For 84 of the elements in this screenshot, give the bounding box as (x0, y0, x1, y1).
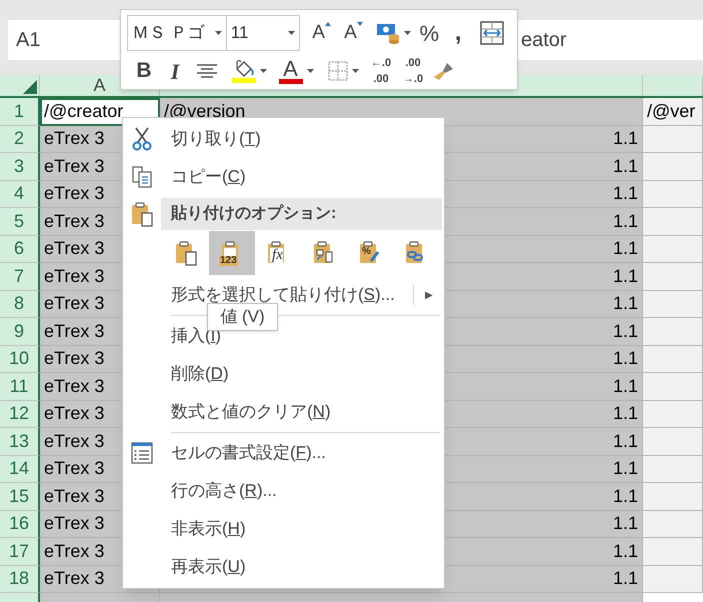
row-header[interactable]: 10 (0, 346, 40, 373)
table-cell[interactable] (643, 153, 703, 180)
increase-font-size-button[interactable]: A (306, 16, 338, 50)
table-cell[interactable] (643, 566, 703, 593)
comma-style-button[interactable]: , (443, 16, 474, 50)
table-cell[interactable] (643, 180, 703, 208)
row-header[interactable]: 14 (0, 456, 40, 483)
money-icon (376, 22, 400, 44)
table-cell[interactable] (643, 456, 703, 483)
paste-option-button[interactable]: % (347, 231, 393, 275)
font-color-button[interactable]: A (273, 55, 319, 87)
percent-style-button[interactable]: % (415, 16, 444, 50)
menu-item[interactable]: 数式と値のクリア(N) (171, 399, 331, 425)
caret-icon (288, 31, 295, 35)
paste-option-button[interactable]: fx (255, 231, 301, 275)
paste-option-button[interactable]: 123 (209, 231, 255, 275)
clipboard-icon (174, 240, 198, 266)
increase-decimal-button[interactable]: .00 →.0 (397, 55, 429, 87)
caret-icon (404, 31, 411, 35)
row-header[interactable]: 1 (0, 98, 40, 126)
table-cell[interactable] (643, 428, 703, 456)
menu-item[interactable]: 行の高さ(R)... (171, 478, 277, 504)
menu-item[interactable]: セルの書式設定(F)... (171, 440, 326, 466)
row-header[interactable]: 18 (0, 566, 40, 593)
menu-item[interactable]: 切り取り(T) (171, 126, 261, 152)
table-cell[interactable] (643, 290, 703, 318)
scissors-icon (131, 127, 153, 151)
select-all-corner-icon (23, 80, 37, 94)
table-cell[interactable] (643, 208, 703, 236)
caret-icon (260, 69, 266, 73)
table-cell[interactable] (643, 318, 703, 346)
clipboard-icon (130, 201, 154, 227)
table-cell[interactable] (643, 483, 703, 510)
font-name-dropdown[interactable]: ＭＳ Ｐゴ (127, 15, 227, 51)
row-header[interactable]: 8 (0, 290, 40, 318)
decrease-decimal-button[interactable]: ←.0 .00 (365, 55, 397, 87)
wrap-icon (480, 21, 504, 45)
row-header[interactable]: 16 (0, 510, 40, 538)
tooltip: 値 (V) (207, 303, 278, 331)
table-cell[interactable]: /@ver (643, 98, 703, 126)
row-header[interactable]: 15 (0, 483, 40, 510)
menu-item[interactable]: 非表示(H) (171, 516, 246, 542)
caret-icon (352, 69, 358, 73)
table-cell[interactable] (643, 236, 703, 263)
table-cell[interactable] (643, 510, 703, 538)
bold-button[interactable]: B (129, 55, 159, 87)
menu-item[interactable]: 再表示(U) (171, 554, 246, 580)
row-header[interactable]: 11 (0, 373, 40, 400)
table-cell[interactable] (643, 373, 703, 400)
list-icon (131, 442, 153, 464)
row-header[interactable]: 7 (0, 263, 40, 290)
menu-item[interactable]: 削除(D) (171, 361, 229, 387)
table-cell[interactable] (643, 400, 703, 428)
row-header[interactable]: 6 (0, 236, 40, 263)
table-cell[interactable] (643, 346, 703, 373)
row-header[interactable]: 4 (0, 180, 40, 208)
menu-item[interactable]: コピー(C) (171, 164, 246, 190)
copy-icon (131, 165, 153, 189)
paintbrush-icon (433, 61, 455, 81)
row-header[interactable]: 5 (0, 208, 40, 236)
table-cell[interactable] (643, 263, 703, 290)
formula-bar[interactable]: eator (519, 20, 703, 60)
column-header[interactable]: A (93, 75, 106, 99)
row-header[interactable]: 3 (0, 153, 40, 180)
submenu-arrow: ▶ (424, 288, 434, 302)
caret-icon (356, 22, 363, 26)
name-box[interactable]: A1 (8, 20, 120, 60)
borders-icon (328, 61, 348, 81)
italic-button[interactable]: I (159, 55, 191, 87)
table-cell[interactable] (643, 538, 703, 566)
row-header[interactable]: 17 (0, 538, 40, 566)
caret-icon (324, 22, 331, 26)
table-cell[interactable] (643, 126, 703, 153)
menu-section-header: 貼り付けのオプション: (161, 198, 442, 230)
align-center-icon (197, 64, 217, 78)
table-cell[interactable]: /@creator (40, 98, 160, 126)
row-header[interactable]: 9 (0, 318, 40, 346)
row-header[interactable]: 2 (0, 126, 40, 153)
row-header[interactable]: 13 (0, 428, 40, 456)
row-header[interactable]: 12 (0, 400, 40, 428)
decrease-font-size-button[interactable]: A (337, 16, 370, 50)
font-size-dropdown[interactable]: 11 (226, 15, 300, 51)
caret-icon (214, 31, 222, 35)
caret-icon (306, 69, 314, 73)
